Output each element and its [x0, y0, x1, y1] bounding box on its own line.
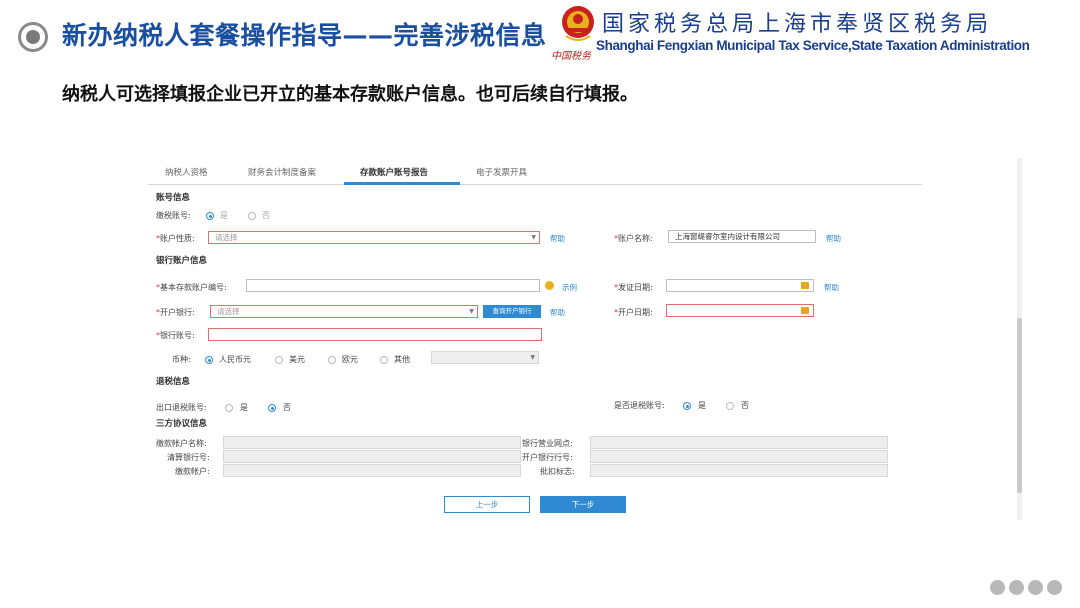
account-nature-label: *账户性质: — [156, 234, 195, 243]
chevron-down-icon: ▼ — [530, 354, 535, 361]
tax-account-no-label: 否 — [262, 211, 270, 220]
calendar-icon[interactable] — [801, 307, 809, 314]
section-bank-info: 银行账户信息 — [156, 256, 208, 266]
help-link-2[interactable]: 帮助 — [826, 233, 841, 244]
decorative-dots — [990, 580, 1062, 595]
refund-no-radio[interactable] — [726, 402, 734, 410]
refund-account-label: 是否退税账号: — [614, 401, 665, 410]
tax-account-label: 缴税账号: — [156, 211, 191, 220]
tab-taxpayer-qualification[interactable]: 纳税人资格 — [165, 166, 208, 178]
issue-date-label: *发证日期: — [614, 283, 653, 292]
section-account-info: 账号信息 — [156, 193, 191, 203]
slide-subtitle: 纳税人可选择填报企业已开立的基本存款账户信息。也可后续自行填报。 — [62, 84, 638, 105]
currency-rmb-label: 人民币元 — [219, 355, 251, 364]
opening-bank-no-input — [590, 450, 888, 463]
org-name-cn: 国家税务总局上海市奉贤区税务局 — [602, 12, 993, 37]
tab-e-invoice[interactable]: 电子发票开具 — [476, 166, 527, 178]
bank-select[interactable]: 请选择 ▼ — [210, 305, 478, 318]
tax-account-yes-label: 是 — [220, 211, 228, 220]
account-name-label: *账户名称: — [614, 234, 653, 243]
currency-rmb-radio[interactable] — [205, 356, 213, 364]
section-refund-info: 退税信息 — [156, 377, 191, 387]
tab-bar: 纳税人资格 财务会计制度备案 存款账户账号报告 电子发票开具 — [148, 158, 922, 185]
seal-text: 中国税务 — [551, 51, 591, 62]
help-link[interactable]: 帮助 — [550, 233, 565, 244]
scrollbar[interactable] — [1017, 158, 1022, 520]
opening-bank-no-label: 开户银行行号: — [522, 453, 573, 462]
tax-account-no-radio[interactable] — [248, 212, 256, 220]
open-date-label: *开户日期: — [614, 308, 653, 317]
clearing-bank-label: 清算银行号: — [167, 453, 210, 462]
payer-account-label: 缴款帐户: — [175, 467, 210, 476]
issue-date-input[interactable] — [666, 279, 814, 292]
org-name-en: Shanghai Fengxian Municipal Tax Service,… — [596, 38, 1030, 53]
calendar-icon[interactable] — [801, 282, 809, 289]
prev-button[interactable]: 上一步 — [444, 496, 530, 513]
export-refund-yes-radio[interactable] — [225, 404, 233, 412]
payer-account-input — [223, 464, 521, 477]
currency-label: 币种: — [172, 355, 191, 364]
currency-other-label: 其他 — [394, 355, 410, 364]
export-refund-label: 出口退税账号: — [156, 403, 207, 412]
refund-yes-radio[interactable] — [683, 402, 691, 410]
account-no-label: *银行账号: — [156, 331, 195, 340]
tax-account-yes-radio[interactable] — [206, 212, 214, 220]
permit-no-input[interactable] — [246, 279, 540, 292]
dot-icon — [1028, 580, 1043, 595]
dot-icon — [1047, 580, 1062, 595]
next-button[interactable]: 下一步 — [540, 496, 626, 513]
account-name-input[interactable]: 上海窗缇睿尔室内设计有限公司 — [668, 230, 816, 243]
currency-other-radio[interactable] — [380, 356, 388, 364]
bank-label: *开户银行: — [156, 308, 195, 317]
tax-emblem-icon — [562, 6, 594, 41]
help-link-4[interactable]: 帮助 — [550, 307, 565, 318]
approval-label: 批扣标志: — [540, 467, 575, 476]
open-date-input[interactable] — [666, 304, 814, 317]
tab-accounting-system[interactable]: 财务会计制度备案 — [248, 166, 316, 178]
active-tab-indicator — [344, 182, 460, 185]
dot-icon — [990, 580, 1005, 595]
help-link-3[interactable]: 帮助 — [824, 282, 839, 293]
example-link[interactable]: 示例 — [562, 282, 577, 293]
approval-input — [590, 464, 888, 477]
currency-usd-label: 美元 — [289, 355, 305, 364]
currency-eur-label: 欧元 — [342, 355, 358, 364]
scrollbar-thumb[interactable] — [1017, 318, 1022, 493]
slide-title: 新办纳税人套餐操作指导——完善涉税信息 — [62, 21, 547, 50]
export-refund-no-label: 否 — [283, 403, 291, 412]
refund-no-label: 否 — [741, 401, 749, 410]
clearing-bank-input — [223, 450, 521, 463]
section-agreement-info: 三方协议信息 — [156, 419, 208, 429]
permit-no-label: *基本存款账户编号: — [156, 283, 227, 292]
account-nature-select[interactable]: 请选择 ▼ — [208, 231, 540, 244]
bank-outlet-label: 银行营业网点: — [522, 439, 573, 448]
query-bank-button[interactable]: 查询开户银行 — [483, 305, 541, 318]
currency-other-select[interactable]: ▼ — [431, 351, 539, 364]
hint-icon — [545, 281, 554, 290]
currency-usd-radio[interactable] — [275, 356, 283, 364]
export-refund-no-radio[interactable] — [268, 404, 276, 412]
currency-eur-radio[interactable] — [328, 356, 336, 364]
refund-yes-label: 是 — [698, 401, 706, 410]
bank-outlet-input — [590, 436, 888, 449]
tab-deposit-account[interactable]: 存款账户账号报告 — [360, 166, 428, 178]
chevron-down-icon: ▼ — [469, 308, 474, 315]
export-refund-yes-label: 是 — [240, 403, 248, 412]
payer-name-input — [223, 436, 521, 449]
payer-name-label: 缴款帐户名称: — [156, 439, 207, 448]
bullet-icon — [18, 22, 48, 52]
dot-icon — [1009, 580, 1024, 595]
form-screenshot: 纳税人资格 财务会计制度备案 存款账户账号报告 电子发票开具 账号信息 缴税账号… — [148, 158, 1022, 520]
chevron-down-icon: ▼ — [531, 234, 536, 241]
account-no-input[interactable] — [208, 328, 542, 341]
